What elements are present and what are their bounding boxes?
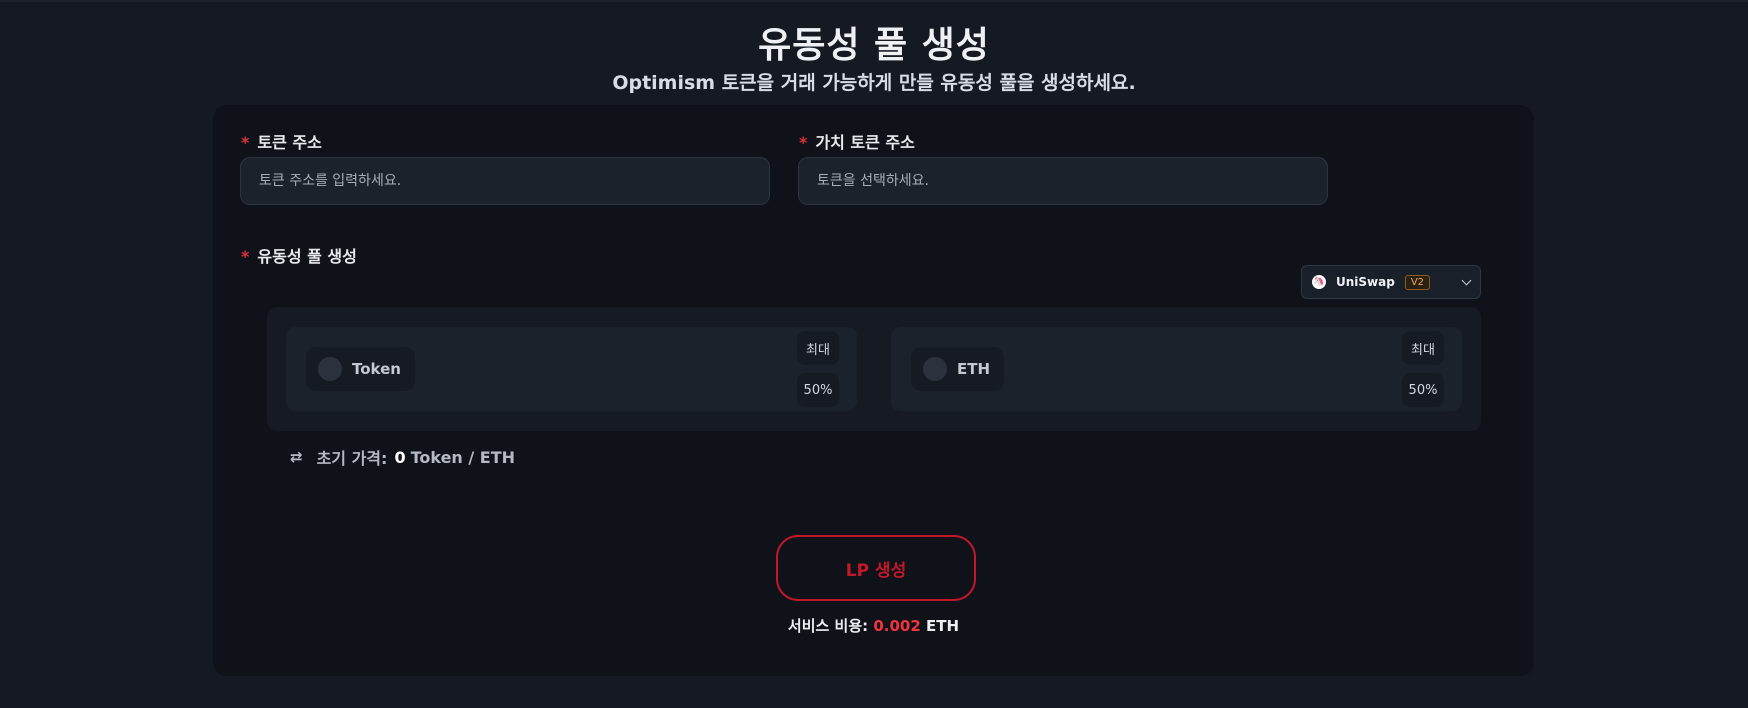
chevron-down-icon	[1461, 275, 1472, 285]
swap-arrows-icon[interactable]: ⇄	[290, 448, 303, 466]
required-mark: *	[241, 133, 250, 152]
token-a-panel: Token 최대 50%	[286, 327, 857, 411]
token-b-max-button[interactable]: 최대	[1402, 331, 1444, 365]
token-b-percent-button[interactable]: 50%	[1402, 373, 1444, 407]
page-subtitle: Optimism 토큰을 거래 가능하게 만들 유동성 풀을 생성하세요.	[612, 72, 1136, 94]
pair-token-address-label: * 가치 토큰 주소	[799, 129, 915, 153]
initial-price-unit: Token / ETH	[410, 447, 516, 467]
pool-pair-box: Token 최대 50% ETH 최대 50%	[267, 307, 1481, 431]
pair-token-address-input[interactable]	[798, 157, 1328, 205]
liquidity-pool-label-text: 유동성 풀 생성	[257, 247, 357, 266]
token-address-input[interactable]	[240, 157, 770, 205]
dex-version-badge: V2	[1404, 274, 1431, 290]
token-a-name: Token	[352, 360, 401, 378]
service-fee-unit: ETH	[926, 617, 960, 635]
create-lp-button[interactable]: LP 생성	[776, 535, 976, 601]
token-address-label: * 토큰 주소	[241, 129, 322, 153]
service-fee: 서비스 비용: 0.002 ETH	[213, 615, 1534, 636]
token-b-name: ETH	[957, 360, 991, 378]
page-title: 유동성 풀 생성	[758, 25, 990, 66]
token-b-selector[interactable]: ETH	[911, 347, 1005, 391]
initial-price-row: ⇄ 초기 가격: 0 Token / ETH	[290, 445, 515, 469]
service-fee-value: 0.002	[873, 617, 921, 635]
token-a-icon	[318, 357, 342, 381]
required-mark: *	[241, 247, 250, 266]
token-b-icon	[923, 357, 947, 381]
token-b-panel: ETH 최대 50%	[891, 327, 1462, 411]
service-fee-label: 서비스 비용:	[787, 617, 869, 635]
pair-token-address-label-text: 가치 토큰 주소	[815, 133, 915, 152]
liquidity-pool-label: * 유동성 풀 생성	[241, 243, 357, 267]
pool-form-card: *토큰 주소 *가치 토큰 주소 *유동성 풀 생성 🦄 UniSwap V2 …	[213, 105, 1534, 676]
token-a-selector[interactable]: Token	[306, 347, 415, 391]
dex-name: UniSwap	[1336, 275, 1395, 289]
initial-price-label: 초기 가격:	[316, 449, 388, 468]
token-a-percent-button[interactable]: 50%	[797, 373, 839, 407]
token-a-max-button[interactable]: 최대	[797, 331, 839, 365]
required-mark: *	[799, 133, 808, 152]
token-address-label-text: 토큰 주소	[257, 133, 322, 152]
initial-price-value: 0	[394, 447, 406, 467]
dex-select[interactable]: 🦄 UniSwap V2	[1301, 265, 1481, 299]
unicorn-icon: 🦄	[1312, 275, 1326, 289]
